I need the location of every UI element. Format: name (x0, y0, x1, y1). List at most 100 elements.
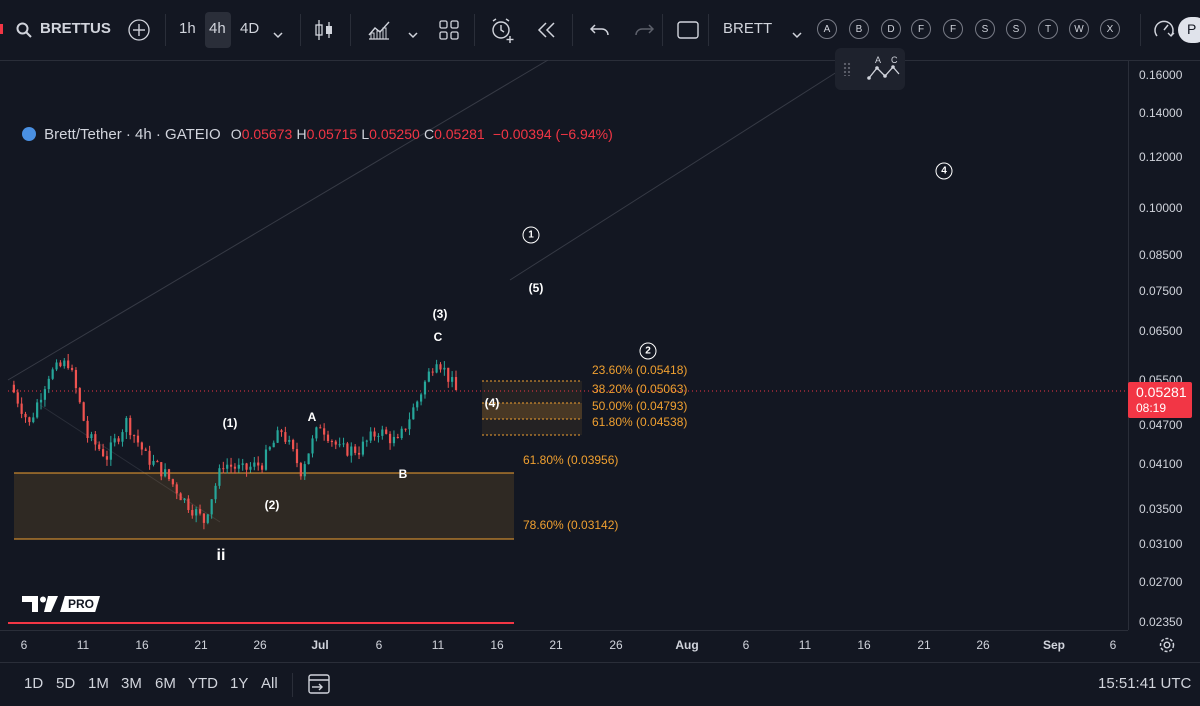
chevron-down-icon[interactable] (408, 26, 418, 44)
symbol-name[interactable]: BRETTUS (40, 20, 111, 37)
toolbar-divider (1140, 14, 1141, 46)
profile-avatar[interactable]: P (1178, 17, 1200, 43)
candle-body (361, 441, 365, 455)
fullscreen-icon[interactable] (677, 21, 699, 44)
candle-body (260, 465, 264, 470)
candle-body (396, 436, 399, 439)
alert-icon[interactable] (490, 18, 516, 49)
wave-label-5: (5) (528, 281, 544, 295)
candle-body (249, 466, 252, 470)
time-axis[interactable]: 6 11 16 21 26 Jul 6 11 16 21 26 Aug 6 11… (0, 630, 1128, 661)
current-price-value: 0.05281 (1136, 384, 1187, 400)
candle-body (385, 429, 388, 434)
symbol-logo-icon (22, 127, 36, 141)
chart-pane[interactable]: Brett/Tether · 4h · GATEIO O0.05673 H0.0… (0, 48, 1128, 630)
drawing-shortcut-s1[interactable]: S (975, 19, 995, 39)
price-tick: 0.04700 (1139, 418, 1183, 432)
drawing-shortcut-x[interactable]: X (1100, 19, 1120, 39)
candle-body (144, 449, 147, 451)
candle-body (338, 444, 341, 446)
candle-body (357, 452, 361, 455)
candle-body (121, 432, 124, 442)
range-5D[interactable]: 5D (56, 675, 75, 692)
drawing-shortcut-w[interactable]: W (1069, 19, 1089, 39)
drawing-shortcut-f1[interactable]: F (911, 19, 931, 39)
legend-close: 0.05281 (434, 126, 485, 142)
legend-open-label: O (230, 126, 242, 142)
candle-body (369, 431, 372, 441)
time-tick: 11 (431, 638, 445, 652)
candle-body (16, 392, 19, 404)
candle-body (404, 428, 407, 430)
chart-layout-name[interactable]: BRETT (723, 20, 772, 37)
drawing-shortcut-s2[interactable]: S (1006, 19, 1026, 39)
utc-clock[interactable]: 15:51:41 UTC (1098, 675, 1191, 692)
range-1M[interactable]: 1M (88, 675, 109, 692)
candle-body (133, 435, 136, 437)
wave-label-2: (2) (264, 498, 280, 512)
candle-body (253, 462, 256, 467)
chart-settings-gear-icon[interactable] (1158, 636, 1176, 659)
drawing-shortcut-t[interactable]: T (1038, 19, 1058, 39)
price-axis[interactable]: 0.16000 0.14000 0.12000 0.10000 0.08500 … (1128, 60, 1200, 630)
candle-body (191, 509, 194, 516)
abc-pattern-icon (867, 65, 900, 80)
layouts-icon[interactable] (439, 20, 459, 45)
drawing-shortcut-f2[interactable]: F (943, 19, 963, 39)
legend-high: 0.05715 (306, 126, 358, 142)
drawing-shortcut-a[interactable]: A (817, 19, 837, 39)
candle-body (245, 463, 248, 470)
range-3M[interactable]: 3M (121, 675, 142, 692)
floating-drawing-toolbar[interactable]: A C (835, 48, 905, 90)
candle-body (59, 362, 62, 367)
candle-body (412, 407, 415, 420)
chevron-down-icon[interactable] (792, 26, 802, 44)
legend-close-label: C (423, 126, 435, 142)
candle-body (136, 435, 140, 443)
gauge-icon[interactable] (1153, 18, 1175, 47)
drawing-shortcut-b[interactable]: B (849, 19, 869, 39)
goto-date-icon[interactable] (307, 673, 331, 700)
time-tick: 6 (20, 638, 28, 652)
timeframe-1h[interactable]: 1h (179, 20, 196, 37)
candle-body (28, 417, 31, 423)
candle-body (125, 417, 128, 433)
range-YTD[interactable]: YTD (188, 675, 218, 692)
timeframe-4D[interactable]: 4D (240, 20, 259, 37)
drawing-shortcut-d[interactable]: D (881, 19, 901, 39)
symbol-search-icon[interactable] (16, 22, 32, 43)
redo-icon[interactable] (634, 22, 655, 43)
candles-icon[interactable] (314, 19, 334, 46)
time-tick: 21 (917, 638, 931, 652)
price-tick: 0.10000 (1139, 201, 1183, 215)
candle-body (98, 444, 101, 450)
chart-legend: Brett/Tether · 4h · GATEIO O0.05673 H0.0… (22, 126, 613, 143)
drag-handle-icon[interactable] (843, 62, 851, 76)
replay-icon[interactable] (537, 22, 557, 43)
candle-body (315, 427, 318, 439)
candle-body (206, 514, 209, 523)
candle-body (105, 456, 109, 460)
price-tick: 0.04100 (1139, 457, 1183, 471)
candle-body (326, 434, 330, 442)
range-1Y[interactable]: 1Y (230, 675, 248, 692)
candle-body (354, 446, 357, 453)
candle-body (32, 417, 35, 423)
indicators-icon[interactable] (367, 19, 391, 46)
candle-body (160, 462, 163, 477)
range-1D[interactable]: 1D (24, 675, 43, 692)
candle-body (319, 427, 322, 429)
candle-body (156, 461, 159, 463)
undo-icon[interactable] (589, 22, 610, 43)
candle-body (377, 435, 380, 437)
price-tick: 0.07500 (1139, 284, 1183, 298)
candle-body (416, 401, 419, 408)
timeframe-4h[interactable]: 4h (209, 20, 226, 37)
legend-title: Brett/Tether · 4h · GATEIO (44, 126, 221, 143)
candle-body (214, 485, 217, 500)
range-All[interactable]: All (261, 675, 278, 692)
compare-symbol-icon[interactable] (128, 19, 150, 46)
candle-body (222, 468, 225, 470)
chevron-down-icon[interactable] (273, 26, 283, 44)
range-6M[interactable]: 6M (155, 675, 176, 692)
